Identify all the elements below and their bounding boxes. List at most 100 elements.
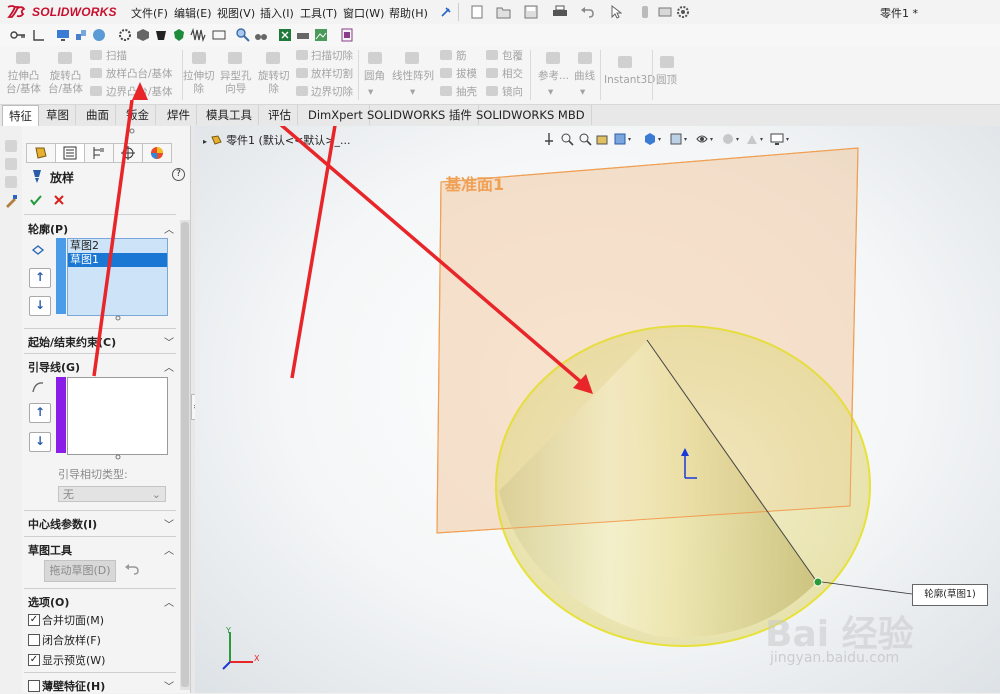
spring-icon[interactable] — [190, 28, 206, 42]
reference-geometry-button[interactable]: 参考... — [538, 70, 569, 83]
pattern-dropdown[interactable]: ▾ — [410, 86, 415, 99]
tab-evaluate[interactable]: 评估 — [262, 105, 298, 125]
select-cursor-icon[interactable] — [610, 5, 622, 19]
magnify-icon[interactable] — [236, 28, 250, 42]
guide-curve-list[interactable] — [67, 377, 168, 455]
binoculars-icon[interactable] — [254, 28, 268, 42]
traffic-light-icon[interactable] — [640, 5, 650, 19]
cube-icon[interactable] — [136, 28, 150, 42]
draft-button[interactable]: 拔模 — [456, 68, 477, 81]
centerline-parameters-header[interactable]: 中心线参数(I) — [28, 516, 97, 532]
extrude-cut-button[interactable]: 拉伸切 除 — [183, 70, 215, 96]
revolve-cut-button[interactable]: 旋转切 除 — [258, 70, 290, 96]
linear-pattern-button[interactable]: 线性阵列 — [392, 70, 434, 83]
menu-insert[interactable]: 插入(I) — [260, 5, 294, 21]
key-icon[interactable] — [10, 28, 26, 42]
tab-weldments[interactable]: 焊件 — [161, 105, 197, 125]
pin-icon[interactable] — [440, 6, 452, 18]
guide-move-down-button[interactable]: ↓ — [29, 432, 51, 452]
resources-icon[interactable] — [5, 158, 17, 170]
chevron-up-icon[interactable]: ︿ — [164, 542, 174, 557]
gear-small-icon[interactable] — [118, 28, 132, 42]
options-header[interactable]: 选项(O) — [28, 594, 69, 610]
shield-green-icon[interactable] — [172, 28, 186, 42]
instant3d-button[interactable]: Instant3D — [604, 74, 655, 87]
printer-small-icon[interactable] — [296, 28, 310, 42]
fillet-dropdown[interactable]: ▾ — [368, 86, 373, 99]
tab-feature-manager[interactable] — [26, 143, 56, 163]
tab-features[interactable]: 特征 — [2, 105, 39, 127]
rib-button[interactable]: 筋 — [456, 50, 467, 63]
move-down-button[interactable]: ↓ — [29, 296, 51, 316]
tangency-type-select[interactable]: 无 ⌄ — [58, 486, 166, 502]
dimension-icon[interactable] — [32, 28, 46, 42]
menu-view[interactable]: 视图(V) — [217, 5, 255, 21]
tab-dimxpert[interactable]: DimXpert — [302, 105, 370, 125]
plane-label[interactable]: 基准面1 — [445, 171, 504, 195]
assembly-icon[interactable] — [74, 28, 88, 42]
chevron-up-icon[interactable]: ︿ — [164, 594, 174, 609]
dome-button[interactable]: 圆顶 — [656, 74, 677, 87]
gear-icon[interactable] — [676, 5, 690, 19]
cancel-x-icon[interactable] — [53, 194, 65, 206]
shell-button[interactable]: 抽壳 — [456, 86, 477, 99]
tab-mold-tools[interactable]: 模具工具 — [200, 105, 259, 125]
markup-icon[interactable] — [212, 28, 226, 42]
resize-handle-icon[interactable] — [114, 454, 122, 460]
monitor-icon[interactable] — [56, 28, 70, 42]
profile-callout[interactable]: 轮廓(草图1) — [912, 584, 988, 606]
thin-feature-checkbox[interactable] — [28, 680, 40, 692]
tab-solidworks-addins[interactable]: SOLIDWORKS 插件 — [361, 105, 479, 125]
profile-point-icon[interactable] — [813, 577, 823, 587]
cylinder-icon[interactable] — [154, 28, 168, 42]
intersect-button[interactable]: 相交 — [502, 68, 523, 81]
tab-property-manager[interactable] — [55, 143, 85, 163]
chevron-down-icon[interactable]: ﹀ — [164, 516, 174, 531]
tab-sketch[interactable]: 草图 — [40, 105, 76, 125]
guide-curves-header[interactable]: 引导线(G) — [28, 359, 80, 375]
document-icon[interactable] — [340, 28, 354, 42]
menu-file[interactable]: 文件(F) — [131, 5, 168, 21]
excel-icon[interactable] — [278, 28, 292, 42]
menu-edit[interactable]: 编辑(E) — [174, 5, 212, 21]
reference-dropdown[interactable]: ▾ — [548, 86, 553, 99]
globe-icon[interactable] — [92, 28, 106, 42]
boundary-cut-button[interactable]: 边界切除 — [311, 86, 353, 99]
undo-icon[interactable] — [580, 5, 594, 19]
library-icon[interactable] — [5, 176, 17, 188]
extrude-boss-button[interactable]: 拉伸凸 台/基体 — [6, 70, 41, 96]
mirror-button[interactable]: 镜向 — [502, 86, 523, 99]
close-loft-checkbox[interactable] — [28, 634, 40, 646]
tab-solidworks-mbd[interactable]: SOLIDWORKS MBD — [470, 105, 592, 125]
hole-wizard-button[interactable]: 异型孔 向导 — [220, 70, 252, 96]
open-icon[interactable] — [496, 5, 512, 19]
save-icon[interactable] — [524, 5, 538, 19]
menu-tools[interactable]: 工具(T) — [300, 5, 337, 21]
move-up-button[interactable]: ↑ — [29, 268, 51, 288]
chevron-up-icon[interactable]: ︿ — [164, 359, 174, 374]
chevron-up-icon[interactable]: ︿ — [164, 221, 174, 236]
sweep-button[interactable]: 扫描 — [106, 50, 127, 63]
chevron-down-icon[interactable]: ﹀ — [164, 334, 174, 349]
curves-button[interactable]: 曲线 — [574, 70, 595, 83]
rebuild-icon[interactable] — [658, 5, 672, 19]
swept-cut-button[interactable]: 扫描切除 — [311, 50, 353, 63]
new-document-icon[interactable] — [470, 5, 484, 19]
lofted-cut-button[interactable]: 放样切割 — [311, 68, 353, 81]
wrap-button[interactable]: 包覆 — [502, 50, 523, 63]
ok-check-icon[interactable] — [30, 194, 42, 206]
help-button[interactable]: ? — [172, 168, 185, 181]
undo-sketch-icon[interactable] — [124, 562, 140, 576]
chevron-down-icon[interactable]: ﹀ — [164, 678, 174, 693]
fillet-button[interactable]: 圆角 — [364, 70, 385, 83]
appearance-icon[interactable] — [4, 194, 18, 208]
image-icon[interactable] — [314, 28, 328, 42]
drag-sketch-button[interactable]: 拖动草图(D) — [44, 560, 116, 582]
show-preview-checkbox[interactable]: ✓ — [28, 654, 40, 666]
revolve-boss-button[interactable]: 旋转凸 台/基体 — [48, 70, 83, 96]
merge-tangent-checkbox[interactable]: ✓ — [28, 614, 40, 626]
menu-help[interactable]: 帮助(H) — [389, 5, 428, 21]
home-icon[interactable] — [5, 140, 17, 152]
menu-window[interactable]: 窗口(W) — [343, 5, 384, 21]
sketch-tools-header[interactable]: 草图工具 — [28, 542, 72, 558]
